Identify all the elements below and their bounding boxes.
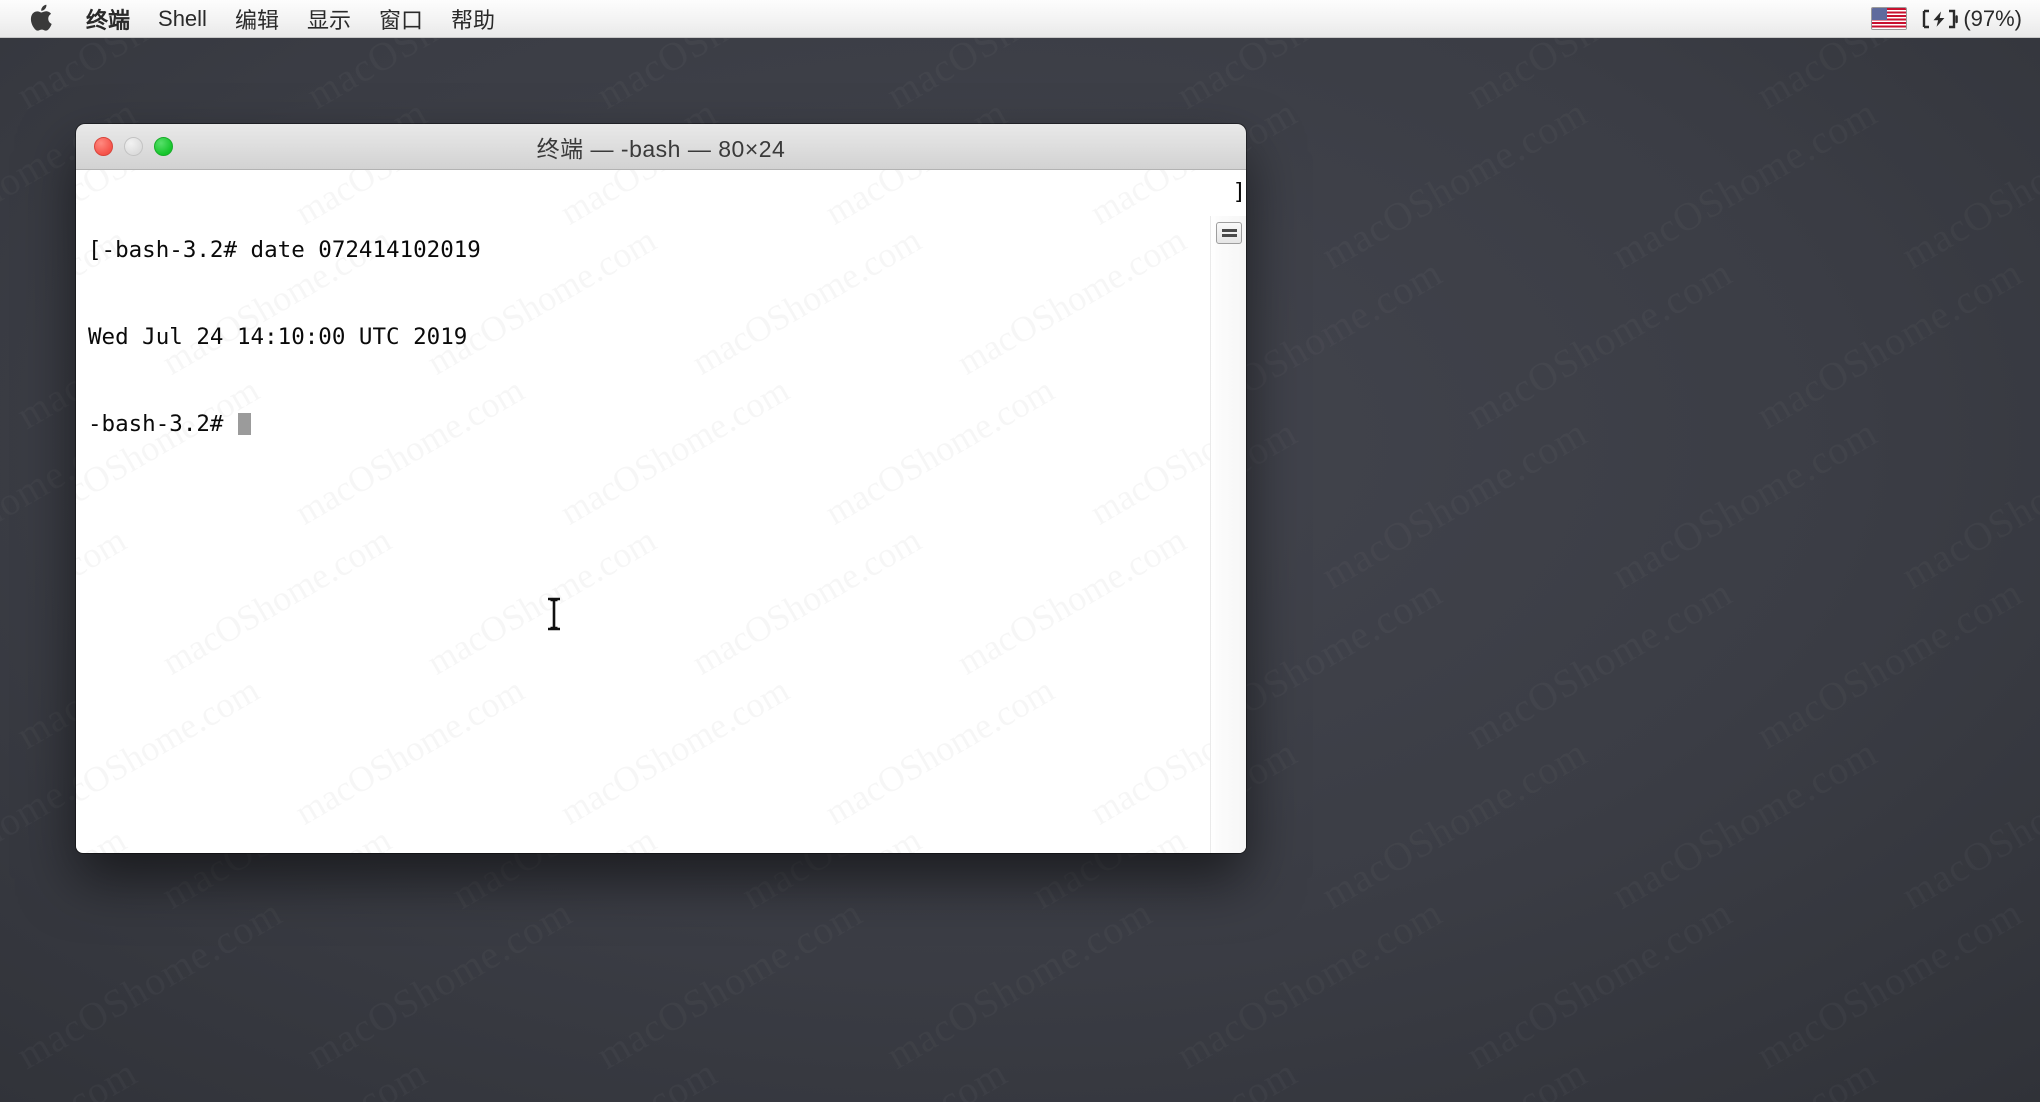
list-lines-icon[interactable] (1216, 222, 1242, 244)
watermark-text: macOShome.com (76, 669, 266, 834)
watermark-text: macOShome.com (1748, 249, 2030, 439)
terminal-output: [-bash-3.2# date 072414102019 Wed Jul 24… (88, 178, 1186, 497)
watermark-text: macOShome.com (8, 889, 290, 1079)
menu-terminal[interactable]: 终端 (72, 0, 144, 37)
window-title: 终端 — -bash — 80×24 (536, 135, 786, 162)
watermark-text: macOShome.com (1313, 409, 1595, 599)
battery-percent-label: (97%) (1963, 5, 2022, 31)
i-beam-cursor (543, 597, 565, 631)
watermark-text: macOShome.com (443, 1049, 725, 1102)
watermark-text: macOShome.com (1748, 889, 2030, 1079)
menu-help[interactable]: 帮助 (437, 0, 509, 37)
watermark-text: macOShome.com (298, 889, 580, 1079)
close-button[interactable] (94, 137, 113, 156)
watermark-text: macOShome.com (1893, 409, 2040, 599)
watermark-text: macOShome.com (288, 669, 532, 834)
watermark-text: macOShome.com (685, 819, 929, 853)
zoom-button[interactable] (154, 137, 173, 156)
terminal-trailing-bracket: ] (1232, 179, 1246, 205)
terminal-line-text: [-bash-3.2# date 072414102019 (88, 237, 481, 263)
watermark-text: macOShome.com (685, 519, 929, 684)
terminal-prompt-text: -bash-3.2# (88, 411, 238, 437)
watermark-text: macOShome.com (1603, 729, 1885, 919)
menu-bar: 终端 Shell 编辑 显示 窗口 帮助 (97%) (0, 0, 2040, 38)
watermark-text: macOShome.com (1603, 409, 1885, 599)
watermark-text: macOShome.com (878, 889, 1160, 1079)
watermark-text: macOShome.com (1313, 1049, 1595, 1102)
watermark-text: macOShome.com (553, 669, 797, 834)
watermark-text: macOShome.com (1603, 89, 1885, 279)
watermark-text: macOShome.com (76, 519, 133, 684)
watermark-text: macOShome.com (1023, 1049, 1305, 1102)
menu-shell[interactable]: Shell (144, 0, 221, 37)
watermark-text: macOShome.com (818, 669, 1062, 834)
window-controls (94, 124, 173, 169)
watermark-text: macOShome.com (0, 1049, 145, 1102)
terminal-scrollbar[interactable] (1210, 216, 1246, 853)
watermark-text: macOShome.com (588, 889, 870, 1079)
apple-logo-icon[interactable] (0, 0, 72, 37)
watermark-text: macOShome.com (1458, 889, 1740, 1079)
watermark-text: macOShome.com (1458, 569, 1740, 759)
battery-charging-icon (1923, 9, 1959, 28)
terminal-content-area[interactable]: macOShome.commacOShome.commacOShome.comm… (76, 170, 1246, 853)
menu-view[interactable]: 显示 (293, 0, 365, 37)
watermark-text: macOShome.com (950, 519, 1194, 684)
watermark-text: macOShome.com (155, 819, 399, 853)
watermark-text: macOShome.com (1313, 89, 1595, 279)
menu-bar-items: 终端 Shell 编辑 显示 窗口 帮助 (0, 0, 509, 37)
menu-edit[interactable]: 编辑 (221, 0, 293, 37)
terminal-line-output: Wed Jul 24 14:10:00 UTC 2019 (88, 323, 1186, 352)
menu-bar-status-items: (97%) (1871, 0, 2040, 37)
minimize-button[interactable] (124, 137, 143, 156)
terminal-line-command: [-bash-3.2# date 072414102019 (88, 236, 1186, 265)
watermark-text: macOShome.com (1458, 249, 1740, 439)
watermark-text: macOShome.com (76, 819, 133, 853)
battery-status[interactable]: (97%) (1921, 6, 2022, 32)
watermark-text: macOShome.com (950, 819, 1194, 853)
watermark-text: macOShome.com (1748, 569, 2030, 759)
watermark-text: macOShome.com (155, 519, 399, 684)
terminal-line-prompt: -bash-3.2# (88, 410, 1186, 439)
watermark-text: macOShome.com (733, 1049, 1015, 1102)
watermark-text: macOShome.com (153, 1049, 435, 1102)
block-cursor (238, 413, 252, 435)
watermark-text: macOShome.com (1313, 729, 1595, 919)
menu-window[interactable]: 窗口 (365, 0, 437, 37)
watermark-text: macOShome.com (1893, 89, 2040, 279)
terminal-window[interactable]: 终端 — -bash — 80×24 macOShome.commacOShom… (76, 124, 1246, 853)
watermark-text: macOShome.com (1893, 1049, 2040, 1102)
window-title-bar[interactable]: 终端 — -bash — 80×24 (76, 124, 1246, 170)
watermark-text: macOShome.com (1603, 1049, 1885, 1102)
watermark-text: macOShome.com (1893, 729, 2040, 919)
terminal-line-text: Wed Jul 24 14:10:00 UTC 2019 (88, 324, 468, 350)
us-flag-icon[interactable] (1871, 7, 1908, 30)
watermark-text: macOShome.com (420, 519, 664, 684)
watermark-text: macOShome.com (1168, 889, 1450, 1079)
watermark-text: macOShome.com (420, 819, 664, 853)
